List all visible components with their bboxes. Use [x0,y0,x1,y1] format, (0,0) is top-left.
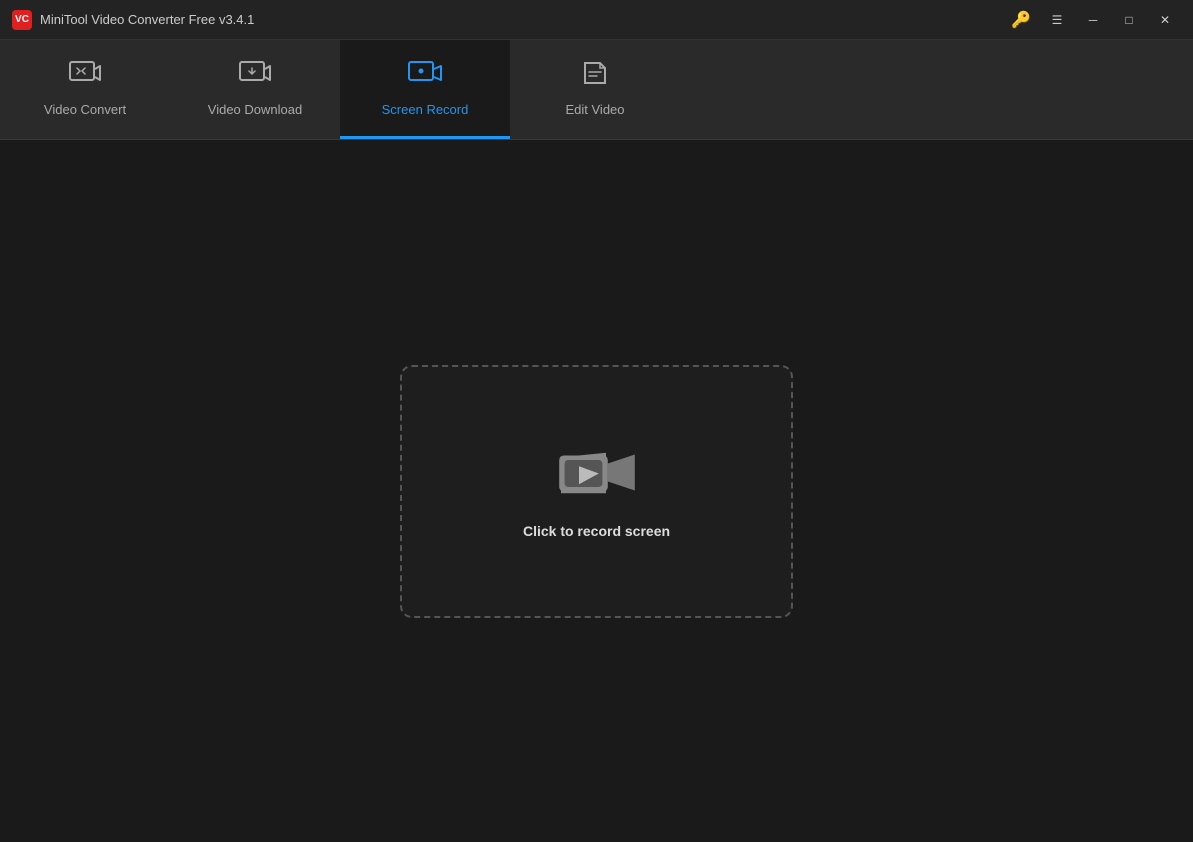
maximize-button[interactable]: □ [1113,6,1145,34]
edit-video-icon [580,59,610,94]
key-button[interactable]: 🔑 [1005,6,1037,34]
nav-tabs: Video Convert Video Download Screen Reco… [0,40,1193,140]
title-bar-left: VC MiniTool Video Converter Free v3.4.1 [12,10,254,30]
tab-screen-record-label: Screen Record [382,102,469,117]
video-convert-icon [69,59,101,94]
app-logo: VC [12,10,32,30]
title-bar-controls: 🔑 ☰ ─ □ ✕ [1005,6,1181,34]
app-title: MiniTool Video Converter Free v3.4.1 [40,12,254,27]
menu-button[interactable]: ☰ [1041,6,1073,34]
tab-video-convert-label: Video Convert [44,102,126,117]
tab-screen-record[interactable]: Screen Record [340,40,510,139]
tab-video-download[interactable]: Video Download [170,40,340,139]
main-content: Click to record screen [0,140,1193,842]
camera-record-icon [552,443,642,503]
record-area[interactable]: Click to record screen [400,365,793,618]
close-icon: ✕ [1160,14,1170,26]
menu-icon: ☰ [1052,14,1063,26]
key-icon: 🔑 [1011,10,1031,30]
close-button[interactable]: ✕ [1149,6,1181,34]
tab-video-download-label: Video Download [208,102,302,117]
tab-edit-video-label: Edit Video [565,102,624,117]
title-bar: VC MiniTool Video Converter Free v3.4.1 … [0,0,1193,40]
minimize-button[interactable]: ─ [1077,6,1109,34]
minimize-icon: ─ [1089,14,1098,26]
maximize-icon: □ [1125,14,1132,26]
screen-record-icon [408,59,442,94]
tab-edit-video[interactable]: Edit Video [510,40,680,139]
record-label: Click to record screen [523,523,670,539]
tab-video-convert[interactable]: Video Convert [0,40,170,139]
video-download-icon [239,59,271,94]
